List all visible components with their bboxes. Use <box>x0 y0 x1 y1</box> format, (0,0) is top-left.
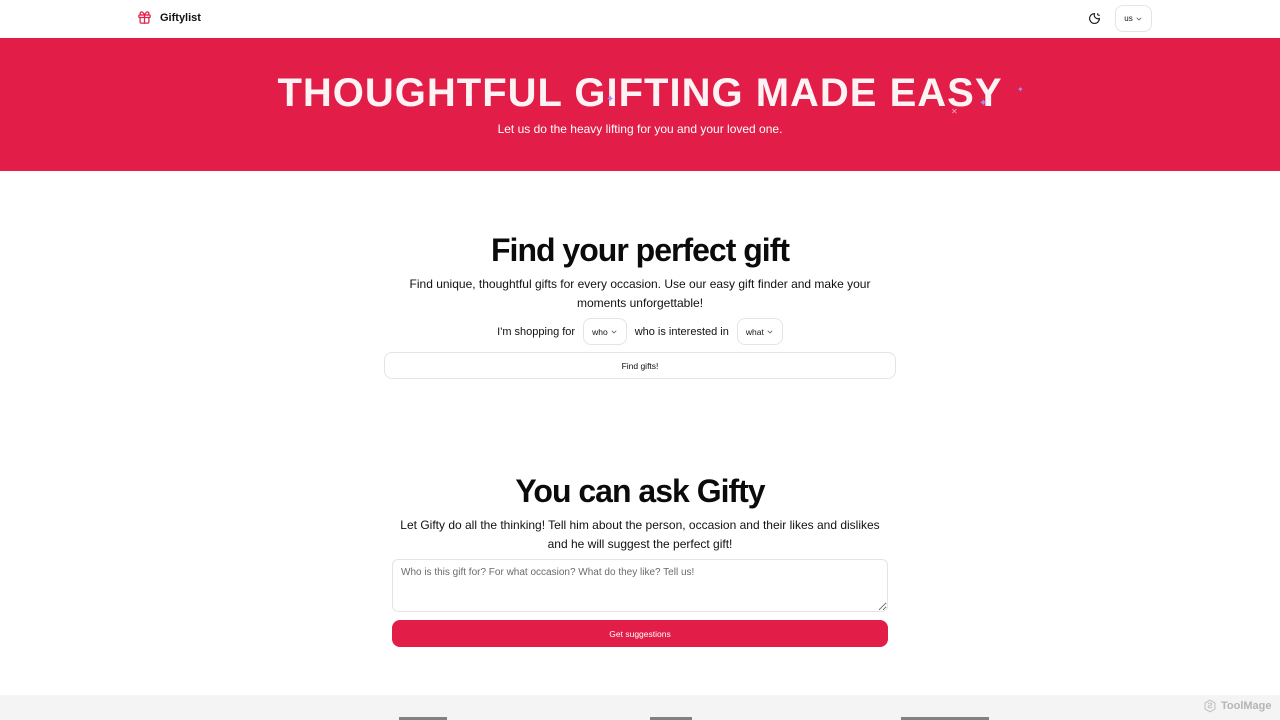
sparkle-icon: ✦ <box>606 94 615 105</box>
hero-banner: THOUGHTFUL GIFTING MADE EASY Let us do t… <box>0 38 1280 171</box>
finder-description: Find unique, thoughtful gifts for every … <box>409 277 871 310</box>
watermark-text: ToolMage <box>1221 700 1272 712</box>
hero-subtitle: Let us do the heavy lifting for you and … <box>497 122 783 136</box>
toolmage-logo-icon <box>1204 699 1216 713</box>
toolmage-watermark: ToolMage <box>1203 699 1272 713</box>
find-gifts-button[interactable]: Find gifts! <box>384 352 896 379</box>
ask-description: Let Gifty do all the thinking! Tell him … <box>400 518 880 551</box>
sparkle-icon: ✕ <box>951 107 958 116</box>
what-select-value: what <box>745 326 764 337</box>
who-select[interactable]: who <box>583 318 627 345</box>
chevron-down-icon <box>611 330 617 333</box>
gift-icon <box>138 11 151 24</box>
language-select[interactable]: us <box>1115 5 1152 32</box>
gift-finder-row: I'm shopping for who who is interested i… <box>0 318 1280 345</box>
gift-description-input[interactable] <box>392 559 888 612</box>
sparkle-icon: ✦ <box>979 98 988 109</box>
language-value: us <box>1124 14 1133 23</box>
theme-toggle-icon <box>1088 12 1100 24</box>
brand-link[interactable]: Giftylist <box>137 10 201 25</box>
get-suggestions-button[interactable]: Get suggestions <box>392 620 888 647</box>
brand-name: Giftylist <box>160 11 201 24</box>
interested-in-label: who is interested in <box>634 325 729 338</box>
chevron-down-icon <box>1136 17 1142 20</box>
who-select-value: who <box>592 326 608 337</box>
finder-title: Find your perfect gift <box>491 232 790 268</box>
shopping-for-label: I'm shopping for <box>497 325 576 338</box>
theme-toggle-button[interactable] <box>1083 7 1105 29</box>
what-select[interactable]: what <box>736 318 783 345</box>
footer <box>0 695 1280 720</box>
sparkle-icon: ✦ <box>1017 85 1024 94</box>
top-navigation-bar: Giftylist us <box>0 0 1280 38</box>
chevron-down-icon <box>767 330 773 333</box>
hero-title: THOUGHTFUL GIFTING MADE EASY <box>277 71 1003 115</box>
ask-title: You can ask Gifty <box>515 473 765 509</box>
